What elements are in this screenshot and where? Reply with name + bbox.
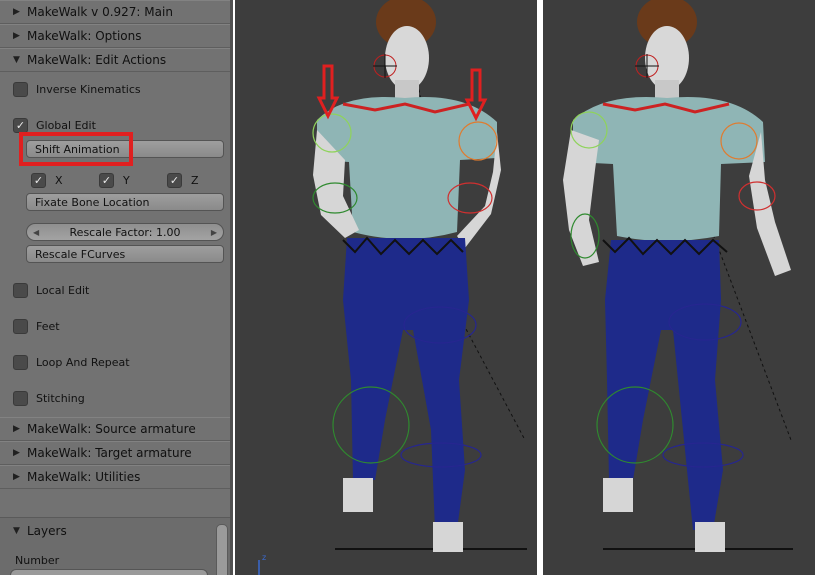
- section-title-utilities: MakeWalk: Utilities: [27, 470, 141, 484]
- axis-x-checkbox[interactable]: ✓ X: [31, 173, 63, 188]
- fixate-bone-location-button[interactable]: Fixate Bone Location: [26, 193, 224, 211]
- checkbox-box[interactable]: [13, 82, 28, 97]
- panel-divider[interactable]: [230, 0, 233, 575]
- section-title-layers: Layers: [27, 524, 67, 538]
- rescale-fcurves-button[interactable]: Rescale FCurves: [26, 245, 224, 263]
- checkmark-icon: ✓: [15, 119, 26, 132]
- rescale-factor-slider[interactable]: ◀ Rescale Factor: 1.00 ▶: [26, 223, 224, 241]
- axis-y-label: Y: [123, 174, 130, 187]
- number-field[interactable]: [10, 569, 208, 575]
- inverse-kinematics-label: Inverse Kinematics: [36, 83, 141, 96]
- layers-panel: ▼ Layers Number: [0, 517, 230, 575]
- collapsed-triangle-icon: ▶: [13, 31, 20, 41]
- checkbox-box-checked[interactable]: ✓: [31, 173, 46, 188]
- feet-label: Feet: [36, 320, 60, 333]
- checkmark-icon: ✓: [169, 174, 180, 187]
- local-edit-checkbox[interactable]: Local Edit: [13, 283, 89, 298]
- fixate-bone-location-label: Fixate Bone Location: [35, 195, 150, 209]
- viewport-before[interactable]: z: [235, 0, 537, 575]
- checkbox-box-checked[interactable]: ✓: [13, 118, 28, 133]
- layers-number-label: Number: [15, 554, 60, 567]
- section-header-target-armature[interactable]: ▶ MakeWalk: Target armature: [0, 441, 230, 465]
- collapsed-triangle-icon: ▶: [13, 7, 20, 17]
- section-header-source-armature[interactable]: ▶ MakeWalk: Source armature: [0, 417, 230, 441]
- axis-y-checkbox[interactable]: ✓ Y: [99, 173, 130, 188]
- inverse-kinematics-checkbox[interactable]: Inverse Kinematics: [13, 82, 141, 97]
- section-title-edit-actions: MakeWalk: Edit Actions: [27, 53, 167, 67]
- expanded-triangle-icon: ▼: [13, 55, 20, 65]
- increment-arrow-icon[interactable]: ▶: [211, 228, 217, 237]
- section-title-target-armature: MakeWalk: Target armature: [27, 446, 192, 460]
- panel-scrollbar[interactable]: [216, 524, 228, 575]
- global-edit-checkbox[interactable]: ✓ Global Edit: [13, 118, 96, 133]
- feet-checkbox[interactable]: Feet: [13, 319, 60, 334]
- checkbox-box[interactable]: [13, 319, 28, 334]
- checkbox-box-checked[interactable]: ✓: [167, 173, 182, 188]
- section-header-utilities[interactable]: ▶ MakeWalk: Utilities: [0, 465, 230, 489]
- decrement-arrow-icon[interactable]: ◀: [33, 228, 39, 237]
- red-highlight-box: [19, 132, 133, 166]
- axis-z-label: Z: [191, 174, 199, 187]
- svg-text:z: z: [262, 553, 266, 562]
- section-header-options[interactable]: ▶ MakeWalk: Options: [0, 24, 230, 48]
- rescale-factor-label: Rescale Factor: 1.00: [69, 225, 181, 239]
- global-edit-label: Global Edit: [36, 119, 96, 132]
- checkbox-box[interactable]: [13, 283, 28, 298]
- section-header-edit-actions[interactable]: ▼ MakeWalk: Edit Actions: [0, 48, 230, 72]
- checkmark-icon: ✓: [101, 174, 112, 187]
- expanded-triangle-icon: ▼: [13, 526, 20, 536]
- section-title-options: MakeWalk: Options: [27, 29, 142, 43]
- viewport-after[interactable]: [543, 0, 815, 575]
- rescale-fcurves-label: Rescale FCurves: [35, 247, 126, 261]
- axis-x-label: X: [55, 174, 63, 187]
- character-model-before: z: [258, 0, 527, 575]
- checkbox-box-checked[interactable]: ✓: [99, 173, 114, 188]
- collapsed-triangle-icon: ▶: [13, 472, 20, 482]
- section-title-source-armature: MakeWalk: Source armature: [27, 422, 196, 436]
- section-header-layers[interactable]: ▼ Layers: [0, 520, 230, 542]
- loop-and-repeat-checkbox[interactable]: Loop And Repeat: [13, 355, 130, 370]
- stitching-label: Stitching: [36, 392, 85, 405]
- local-edit-label: Local Edit: [36, 284, 90, 297]
- axis-z-checkbox[interactable]: ✓ Z: [167, 173, 199, 188]
- checkbox-box[interactable]: [13, 355, 28, 370]
- tool-panel: ▶ MakeWalk v 0.927: Main ▶ MakeWalk: Opt…: [0, 0, 233, 575]
- section-header-main[interactable]: ▶ MakeWalk v 0.927: Main: [0, 0, 230, 24]
- collapsed-triangle-icon: ▶: [13, 448, 20, 458]
- checkmark-icon: ✓: [33, 174, 44, 187]
- character-model-after: [563, 0, 793, 552]
- section-title-main: MakeWalk v 0.927: Main: [27, 5, 173, 19]
- checkbox-box[interactable]: [13, 391, 28, 406]
- loop-and-repeat-label: Loop And Repeat: [36, 356, 130, 369]
- stitching-checkbox[interactable]: Stitching: [13, 391, 85, 406]
- collapsed-triangle-icon: ▶: [13, 424, 20, 434]
